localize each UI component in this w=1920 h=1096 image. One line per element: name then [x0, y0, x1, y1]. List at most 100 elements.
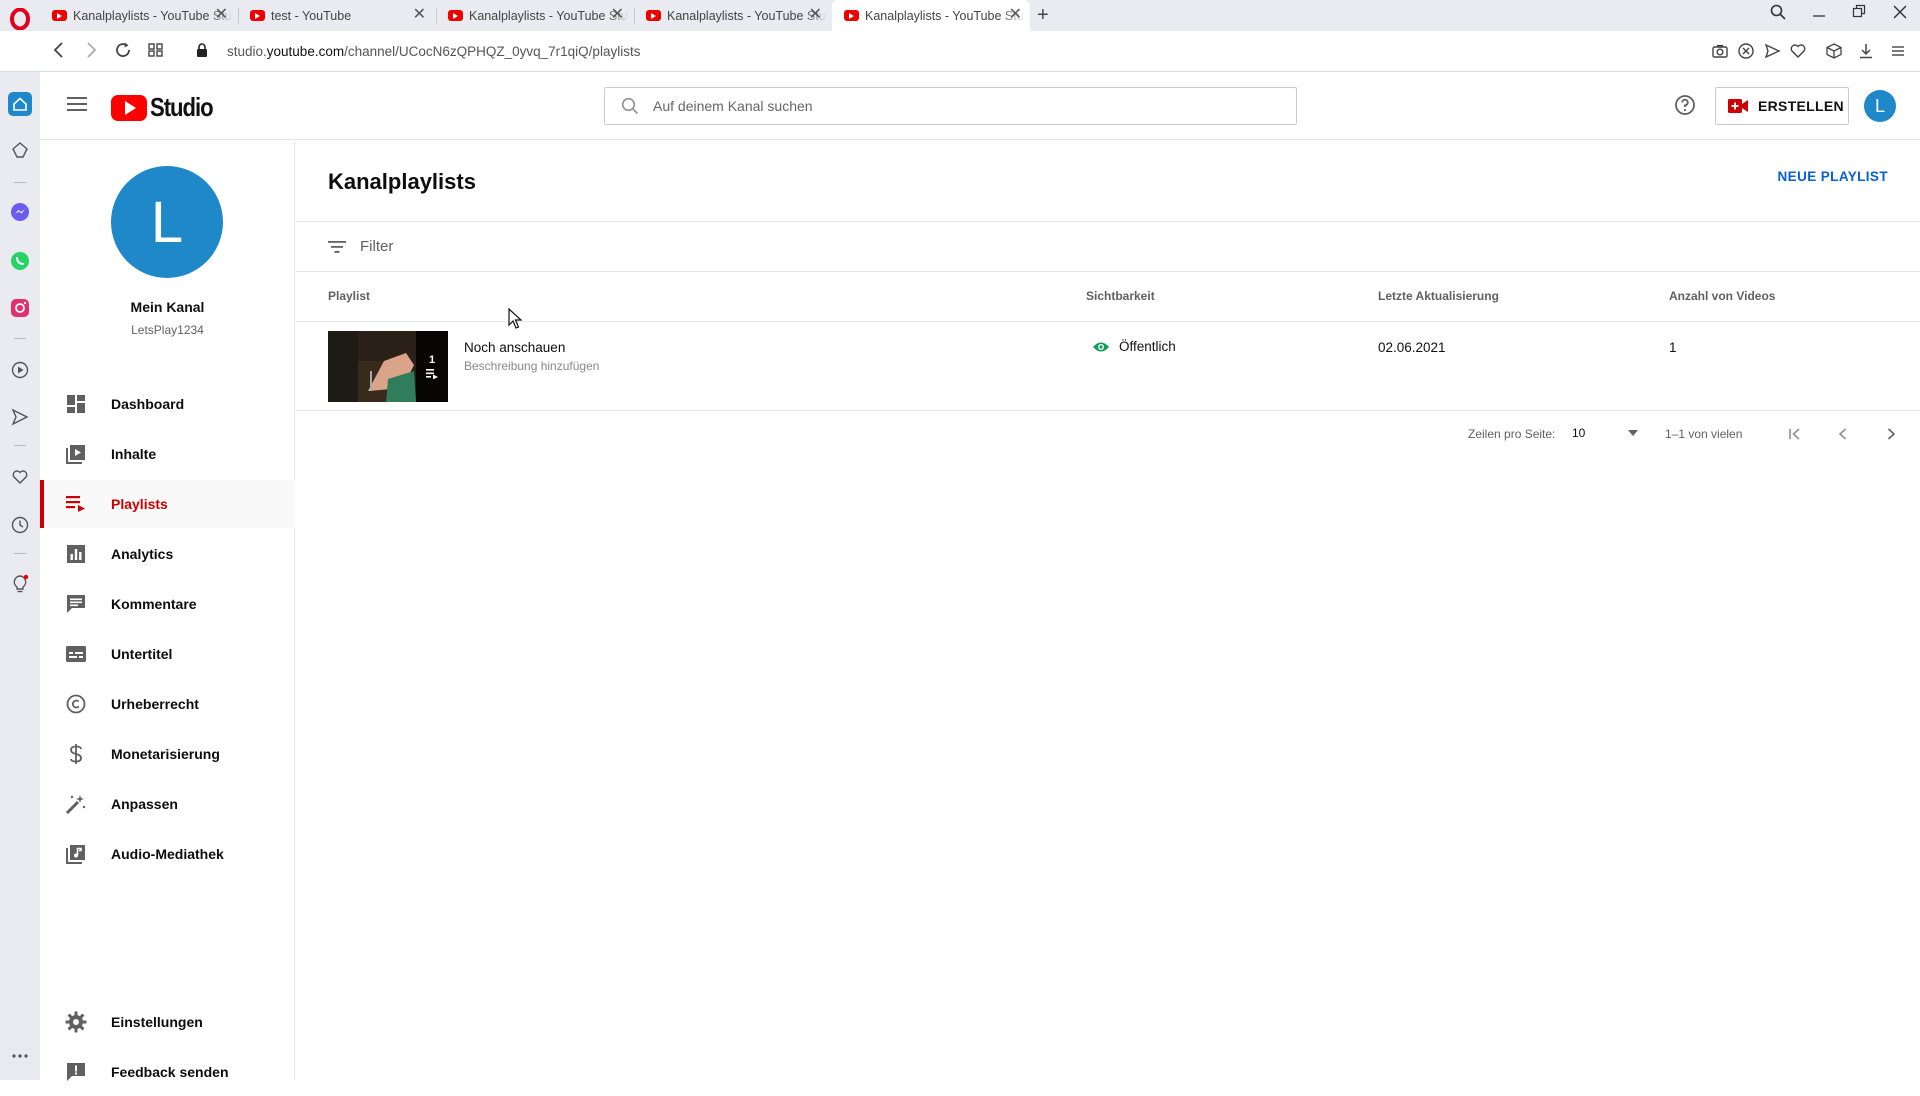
bookmarks-icon[interactable]: [8, 138, 32, 162]
browser-tab-4[interactable]: Kanalplaylists - YouTube Studio ✕: [634, 0, 830, 31]
close-tab-icon[interactable]: ✕: [611, 7, 624, 23]
nav-item-subtitles[interactable]: Untertitel: [40, 630, 295, 678]
send-icon[interactable]: [1763, 42, 1781, 60]
easy-setup-menu-icon[interactable]: [1890, 42, 1906, 60]
studio-sidebar: L Mein Kanal LetsPlay1234 Dashboard Inha…: [40, 141, 295, 1081]
nav-item-content[interactable]: Inhalte: [40, 430, 295, 478]
playlist-thumbnail[interactable]: 1: [328, 331, 448, 402]
youtube-studio-logo[interactable]: Studio: [111, 92, 224, 123]
channel-handle: LetsPlay1234: [131, 323, 204, 337]
browser-tab-5-active[interactable]: Kanalplaylists - YouTube Studio ✕: [832, 0, 1030, 31]
adblock-icon[interactable]: [1737, 42, 1755, 60]
nav-item-feedback[interactable]: Feedback senden: [40, 1048, 295, 1096]
nav-label: Inhalte: [111, 446, 157, 462]
column-header-last-updated[interactable]: Letzte Aktualisierung: [1378, 289, 1499, 303]
close-tab-icon[interactable]: ✕: [809, 7, 822, 23]
new-tab-icon[interactable]: +: [1037, 4, 1049, 27]
url-field[interactable]: studio.youtube.com/channel/UCocN6zQPHQZ_…: [227, 44, 640, 59]
create-button-label: ERSTELLEN: [1758, 98, 1844, 114]
first-page-icon[interactable]: [1783, 422, 1807, 446]
channel-search-box[interactable]: [604, 87, 1297, 125]
nav-item-settings[interactable]: Einstellungen: [40, 998, 295, 1046]
opera-menu-icon[interactable]: [7, 6, 33, 32]
close-tab-icon[interactable]: ✕: [1009, 7, 1022, 23]
history-clock-icon[interactable]: [8, 513, 32, 537]
close-tab-icon[interactable]: ✕: [215, 7, 228, 23]
search-icon: [621, 97, 639, 115]
home-icon[interactable]: [8, 92, 32, 116]
heart-icon[interactable]: [1789, 42, 1807, 60]
next-page-icon[interactable]: [1879, 422, 1903, 446]
content-icon: [64, 442, 88, 466]
youtube-play-logo-icon: [111, 94, 147, 121]
nav-item-monetization[interactable]: Monetarisierung: [40, 730, 295, 778]
column-header-visibility[interactable]: Sichtbarkeit: [1086, 289, 1155, 303]
minimize-icon[interactable]: [1812, 4, 1826, 20]
close-window-icon[interactable]: [1893, 4, 1907, 20]
nav-item-copyright[interactable]: Urheberrecht: [40, 680, 295, 728]
sidebar-divider: [14, 338, 26, 339]
thumbnail-video-count: 1: [428, 354, 436, 366]
hamburger-menu-icon[interactable]: [67, 96, 87, 112]
tips-bulb-icon[interactable]: [8, 572, 32, 596]
instagram-icon[interactable]: [8, 296, 32, 320]
nav-item-customization[interactable]: Anpassen: [40, 780, 295, 828]
messenger-icon[interactable]: [8, 200, 32, 224]
feedback-icon: [64, 1060, 88, 1084]
whatsapp-icon[interactable]: [8, 249, 32, 273]
url-subdomain: studio.: [227, 44, 267, 59]
browser-tab-3[interactable]: Kanalplaylists - YouTube Studio ✕: [436, 0, 632, 31]
filter-icon[interactable]: [328, 240, 346, 254]
table-row[interactable]: 1 Noch anschauen Beschreibung hinzufügen…: [296, 321, 1920, 411]
main-content: Kanalplaylists NEUE PLAYLIST Filter Play…: [296, 141, 1920, 1080]
visibility-status: Öffentlich: [1092, 339, 1176, 354]
video-count: 1: [1669, 340, 1677, 355]
help-icon[interactable]: [1674, 94, 1696, 116]
dropdown-arrow-icon: [1628, 430, 1638, 436]
filter-bar[interactable]: Filter: [296, 221, 1920, 272]
speed-dial-icon[interactable]: [147, 41, 165, 59]
lock-icon[interactable]: [196, 43, 208, 58]
close-tab-icon[interactable]: ✕: [413, 7, 426, 23]
nav-item-analytics[interactable]: Analytics: [40, 530, 295, 578]
dollar-icon: [64, 742, 88, 766]
player-icon[interactable]: [8, 358, 32, 382]
back-icon[interactable]: [52, 41, 66, 59]
previous-page-icon[interactable]: [1831, 422, 1855, 446]
mouse-cursor-icon: [508, 308, 522, 330]
account-avatar[interactable]: L: [1864, 90, 1896, 122]
new-playlist-button[interactable]: NEUE PLAYLIST: [1778, 169, 1888, 184]
create-button[interactable]: ERSTELLEN: [1715, 87, 1849, 125]
playlist-description[interactable]: Beschreibung hinzufügen: [464, 359, 599, 373]
channel-avatar[interactable]: L: [111, 166, 223, 278]
sidebar-divider: [14, 445, 26, 446]
flow-send-icon[interactable]: [8, 405, 32, 429]
nav-item-playlists[interactable]: Playlists: [40, 480, 295, 528]
browser-tab-1[interactable]: Kanalplaylists - YouTube Studio ✕: [40, 0, 236, 31]
nav-label: Anpassen: [111, 796, 178, 812]
nav-item-dashboard[interactable]: Dashboard: [40, 380, 295, 428]
more-options-icon[interactable]: [8, 1044, 32, 1068]
youtube-favicon-icon: [52, 10, 67, 21]
nav-label: Untertitel: [111, 646, 173, 662]
reload-icon[interactable]: [114, 41, 132, 59]
url-path: /channel/UCocN6zQPHQZ_0yvq_7r1qiQ/playli…: [344, 44, 641, 59]
column-header-playlist: Playlist: [328, 289, 371, 303]
nav-item-audio-library[interactable]: Audio-Mediathek: [40, 830, 295, 878]
snapshot-icon[interactable]: [1711, 42, 1729, 60]
browser-tab-2[interactable]: test - YouTube ✕: [238, 0, 434, 31]
browser-search-icon[interactable]: [1770, 4, 1786, 20]
column-header-video-count[interactable]: Anzahl von Videos: [1669, 289, 1775, 303]
favorites-heart-icon[interactable]: [8, 465, 32, 489]
download-icon[interactable]: [1857, 42, 1875, 60]
forward-icon[interactable]: [84, 41, 98, 59]
playlist-title[interactable]: Noch anschauen: [464, 340, 565, 355]
page-title: Kanalplaylists: [328, 169, 476, 194]
nav-item-comments[interactable]: Kommentare: [40, 580, 295, 628]
channel-search-input[interactable]: [653, 98, 1253, 114]
restore-window-icon[interactable]: [1852, 4, 1866, 20]
extensions-cube-icon[interactable]: [1825, 42, 1843, 60]
rows-per-page-select[interactable]: 10: [1572, 422, 1638, 444]
tab-title: Kanalplaylists - YouTube Studio: [469, 8, 629, 23]
rows-per-page-value: 10: [1572, 426, 1586, 440]
